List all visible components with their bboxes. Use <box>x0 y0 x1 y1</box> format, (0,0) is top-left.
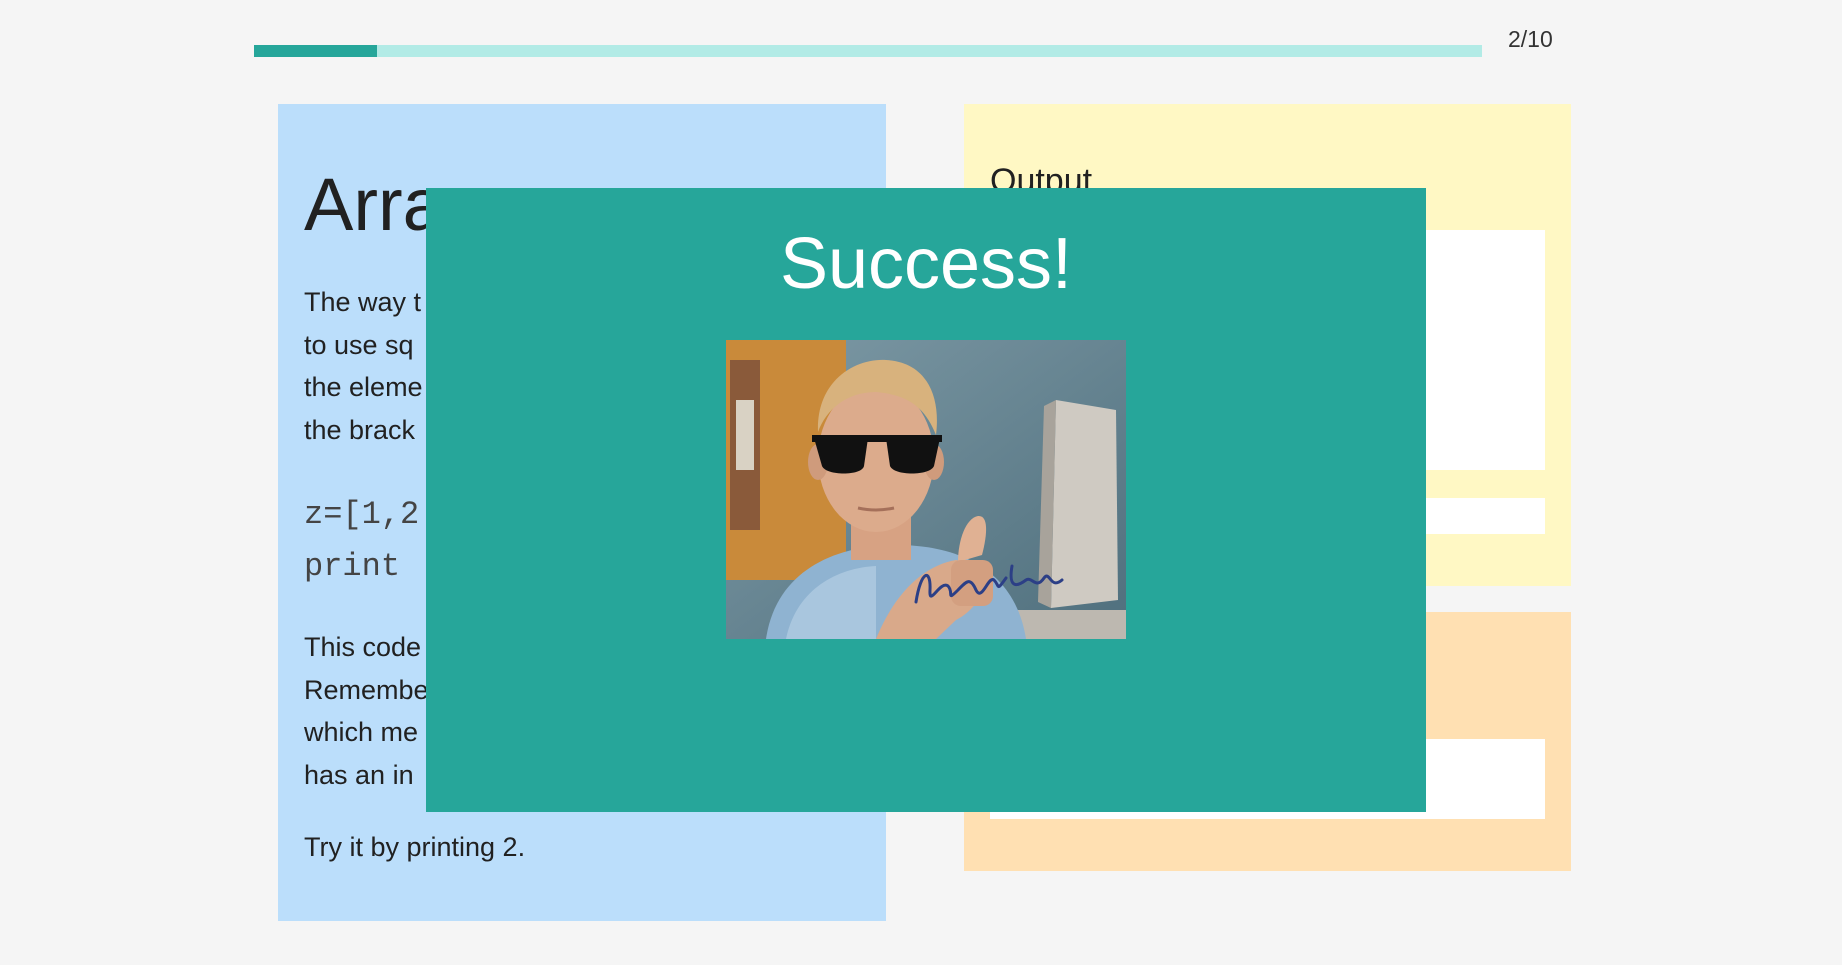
text-line: to use sq <box>304 329 414 360</box>
thumbs-up-kid-illustration <box>726 340 1126 639</box>
code-line: print <box>304 548 401 585</box>
text-line: the brack <box>304 414 416 445</box>
progress-counter: 2/10 <box>1508 26 1553 52</box>
text-line: which me <box>304 717 419 747</box>
lesson-instruction: Try it by printing 2. <box>304 832 526 862</box>
lesson-title: Arra <box>304 163 444 246</box>
text-line: has an in <box>304 759 414 790</box>
success-title: Success! <box>779 224 1073 304</box>
code-line: z=[1,2 <box>304 496 420 533</box>
progress-bar <box>254 45 1482 57</box>
success-modal: Success! <box>426 188 1426 812</box>
text-line: This code <box>304 632 422 662</box>
success-image <box>726 340 1126 639</box>
lesson-paragraph-intro: The way t to use sq the eleme the brack <box>304 281 423 451</box>
progress-fill <box>254 45 377 57</box>
code-example: z=[1,2 print <box>304 489 419 593</box>
lesson-paragraph-explanation: This code Remembe which me has an in <box>304 626 429 796</box>
text-line: Remembe <box>304 674 429 705</box>
text-line: the eleme <box>304 372 423 402</box>
text-line: The way t <box>304 287 422 317</box>
